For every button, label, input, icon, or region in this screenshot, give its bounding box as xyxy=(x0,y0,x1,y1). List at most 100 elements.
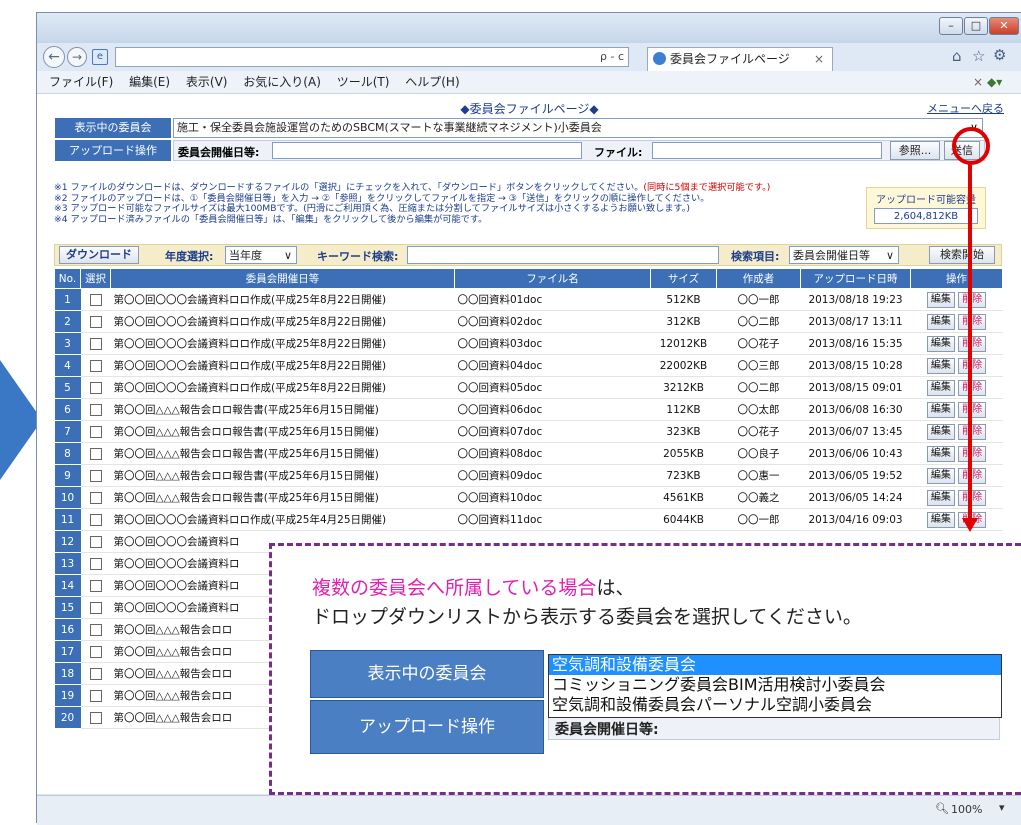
close-icon[interactable]: ✕ xyxy=(989,17,1019,35)
download-button[interactable]: ダウンロード xyxy=(59,246,139,264)
menu-view[interactable]: 表示(V) xyxy=(186,71,228,93)
delete-button[interactable]: 削除 xyxy=(958,423,987,440)
row-select-checkbox[interactable] xyxy=(89,337,102,350)
settings-gear-icon[interactable]: ⚙ xyxy=(993,46,1006,64)
row-select-checkbox[interactable] xyxy=(89,557,102,570)
row-select-checkbox[interactable] xyxy=(89,381,102,394)
row-select-checkbox[interactable] xyxy=(89,535,102,548)
menu-help[interactable]: ヘルプ(H) xyxy=(405,71,459,93)
row-select-checkbox[interactable] xyxy=(89,689,102,702)
row-select-checkbox[interactable] xyxy=(89,447,102,460)
row-select-cell[interactable] xyxy=(80,288,111,311)
committee-dropdown-list[interactable]: 空気調和設備委員会 コミッショニング委員会BIM活用検討小委員会 空気調和設備委… xyxy=(548,654,1002,718)
row-select-cell[interactable] xyxy=(80,706,111,729)
delete-button[interactable]: 削除 xyxy=(958,313,987,330)
menu-tools[interactable]: ツール(T) xyxy=(337,71,390,93)
delete-button[interactable]: 削除 xyxy=(958,467,987,484)
row-select-checkbox[interactable] xyxy=(89,579,102,592)
row-select-cell[interactable] xyxy=(80,574,111,597)
row-select-cell[interactable] xyxy=(80,508,111,531)
zoom-level[interactable]: 100% xyxy=(951,803,982,816)
menu-edit[interactable]: 編集(E) xyxy=(129,71,170,93)
row-select-cell[interactable] xyxy=(80,552,111,575)
edit-button[interactable]: 編集 xyxy=(926,401,955,418)
menu-file[interactable]: ファイル(F) xyxy=(49,71,113,93)
edit-button[interactable]: 編集 xyxy=(926,335,955,352)
row-select-cell[interactable] xyxy=(80,376,111,399)
delete-button[interactable]: 削除 xyxy=(958,379,987,396)
back-icon[interactable]: ← xyxy=(43,46,65,68)
row-select-cell[interactable] xyxy=(80,530,111,553)
maximize-icon[interactable]: □ xyxy=(964,17,988,35)
dropdown-option[interactable]: コミッショニング委員会BIM活用検討小委員会 xyxy=(549,675,1001,695)
menu-return-link[interactable]: メニューへ戻る xyxy=(927,100,1004,116)
edit-button[interactable]: 編集 xyxy=(926,489,955,506)
edit-button[interactable]: 編集 xyxy=(926,357,955,374)
row-select-checkbox[interactable] xyxy=(89,425,102,438)
row-select-checkbox[interactable] xyxy=(89,711,102,724)
row-select-checkbox[interactable] xyxy=(89,645,102,658)
favorites-star-icon[interactable]: ☆ xyxy=(972,47,985,65)
tab-close-icon[interactable]: × xyxy=(814,48,824,70)
row-select-cell[interactable] xyxy=(80,420,111,443)
row-select-checkbox[interactable] xyxy=(89,623,102,636)
menubar-close-icon[interactable]: × xyxy=(973,71,983,93)
forward-icon[interactable]: → xyxy=(67,47,87,67)
search-toolbar: ダウンロード 年度選択: 当年度 ∨ キーワード検索: 検索項目: 委員会開催日等… xyxy=(54,244,1002,266)
row-select-checkbox[interactable] xyxy=(89,469,102,482)
dropdown-option[interactable]: 空気調和設備委員会パーソナル空調小委員会 xyxy=(549,695,1001,715)
delete-button[interactable]: 削除 xyxy=(958,445,987,462)
row-select-cell[interactable] xyxy=(80,354,111,377)
committee-select[interactable]: 施工・保全委員会施設運営のためのSBCM(スマートな事業継続マネジメント)小委員… xyxy=(173,118,983,138)
row-select-cell[interactable] xyxy=(80,464,111,487)
zoom-icon[interactable]: 🔍︎ xyxy=(935,802,949,815)
row-select-cell[interactable] xyxy=(80,486,111,509)
row-select-cell[interactable] xyxy=(80,684,111,707)
delete-button[interactable]: 削除 xyxy=(958,489,987,506)
row-select-checkbox[interactable] xyxy=(89,667,102,680)
row-select-checkbox[interactable] xyxy=(89,315,102,328)
edit-button[interactable]: 編集 xyxy=(926,313,955,330)
row-filename: 〇〇回資料05doc xyxy=(454,376,651,399)
row-select-checkbox[interactable] xyxy=(89,491,102,504)
home-icon[interactable]: ⌂ xyxy=(952,47,962,65)
edit-button[interactable]: 編集 xyxy=(926,379,955,396)
row-select-cell[interactable] xyxy=(80,640,111,663)
zoom-dropdown-icon[interactable]: ▾ xyxy=(999,801,1005,814)
row-select-cell[interactable] xyxy=(80,332,111,355)
delete-button[interactable]: 削除 xyxy=(958,401,987,418)
row-select-cell[interactable] xyxy=(80,398,111,421)
row-select-cell[interactable] xyxy=(80,618,111,641)
search-refresh-icons[interactable]: ρ - c xyxy=(600,50,624,63)
edit-button[interactable]: 編集 xyxy=(926,467,955,484)
row-select-checkbox[interactable] xyxy=(89,293,102,306)
dropdown-option-selected[interactable]: 空気調和設備委員会 xyxy=(549,655,1001,675)
edit-button[interactable]: 編集 xyxy=(926,423,955,440)
search-item-select[interactable]: 委員会開催日等 ∨ xyxy=(789,246,899,264)
row-select-cell[interactable] xyxy=(80,596,111,619)
year-select[interactable]: 当年度 ∨ xyxy=(225,246,297,264)
delete-button[interactable]: 削除 xyxy=(958,357,987,374)
tab-committee-files[interactable]: 委員会ファイルページ × xyxy=(647,47,833,71)
row-select-cell[interactable] xyxy=(80,662,111,685)
edit-button[interactable]: 編集 xyxy=(926,445,955,462)
row-select-checkbox[interactable] xyxy=(89,403,102,416)
row-select-checkbox[interactable] xyxy=(89,513,102,526)
delete-button[interactable]: 削除 xyxy=(958,291,987,308)
edit-button[interactable]: 編集 xyxy=(926,291,955,308)
url-input[interactable]: ρ - c xyxy=(115,47,629,67)
browse-button[interactable]: 参照... xyxy=(890,141,940,160)
file-path-input[interactable] xyxy=(652,142,882,159)
minimize-icon[interactable]: – xyxy=(939,17,963,35)
keyword-input[interactable] xyxy=(407,246,719,264)
edit-button[interactable]: 編集 xyxy=(926,511,955,528)
delete-button[interactable]: 削除 xyxy=(958,335,987,352)
row-select-cell[interactable] xyxy=(80,310,111,333)
row-select-checkbox[interactable] xyxy=(89,601,102,614)
search-start-button[interactable]: 検索開始 xyxy=(929,246,995,264)
row-select-checkbox[interactable] xyxy=(89,359,102,372)
addon-icon[interactable]: ◆▾ xyxy=(987,71,1002,93)
menu-favorites[interactable]: お気に入り(A) xyxy=(243,71,321,93)
row-select-cell[interactable] xyxy=(80,442,111,465)
meeting-date-input[interactable] xyxy=(272,142,582,159)
